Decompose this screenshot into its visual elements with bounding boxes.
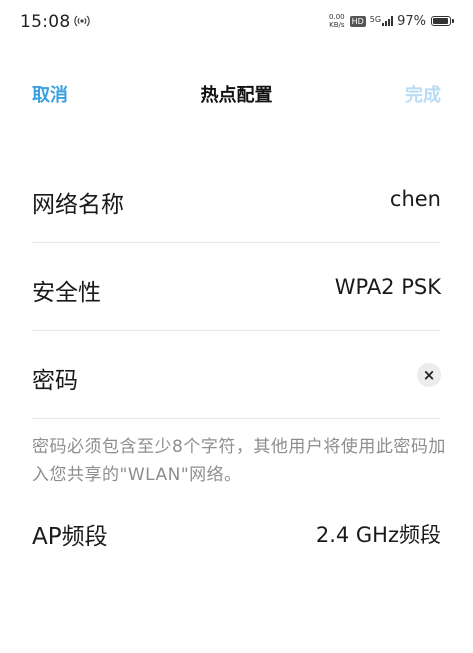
battery-percent: 97%	[397, 13, 426, 29]
network-name-label: 网络名称	[32, 192, 124, 218]
password-label: 密码	[32, 368, 78, 394]
password-row[interactable]: 密码 ×	[32, 331, 441, 419]
network-name-row[interactable]: 网络名称 chen	[32, 155, 441, 243]
hotspot-broadcast-icon	[74, 15, 90, 27]
battery-fill	[433, 18, 449, 24]
signal-bars	[382, 16, 394, 26]
nav-bar: 取消 热点配置 完成	[0, 68, 473, 120]
hd-voice-icon: HD	[349, 15, 366, 27]
password-hint: 密码必须包含至少8个字符，其他用户将使用此密码加入您共享的"WLAN"网络。	[32, 437, 446, 485]
signal-icon: 5G	[369, 15, 394, 26]
clear-icon[interactable]: ×	[417, 363, 441, 387]
password-input[interactable]	[122, 359, 401, 393]
network-speed: 0.00 KB/s	[329, 13, 345, 29]
status-time: 15:08	[20, 12, 71, 32]
security-row[interactable]: 安全性 WPA2 PSK	[32, 243, 441, 331]
network-type-label: 5G	[369, 15, 382, 24]
network-speed-value: 0.00	[329, 13, 345, 21]
security-label: 安全性	[32, 280, 101, 306]
status-bar: 15:08 0.00 KB/s HD 5G 97%	[0, 0, 473, 44]
ap-band-row[interactable]: AP频段 2.4 GHz频段	[32, 500, 441, 564]
done-button[interactable]: 完成	[405, 81, 441, 107]
page-title: 热点配置	[200, 85, 273, 106]
security-value[interactable]: WPA2 PSK	[335, 275, 441, 299]
battery-icon	[431, 16, 454, 26]
ap-band-label: AP频段	[32, 524, 108, 550]
network-name-value[interactable]: chen	[390, 187, 441, 211]
status-indicators: 0.00 KB/s HD 5G 97%	[329, 11, 454, 31]
ap-band-value[interactable]: 2.4 GHz频段	[316, 519, 441, 549]
network-speed-unit: KB/s	[329, 21, 345, 29]
